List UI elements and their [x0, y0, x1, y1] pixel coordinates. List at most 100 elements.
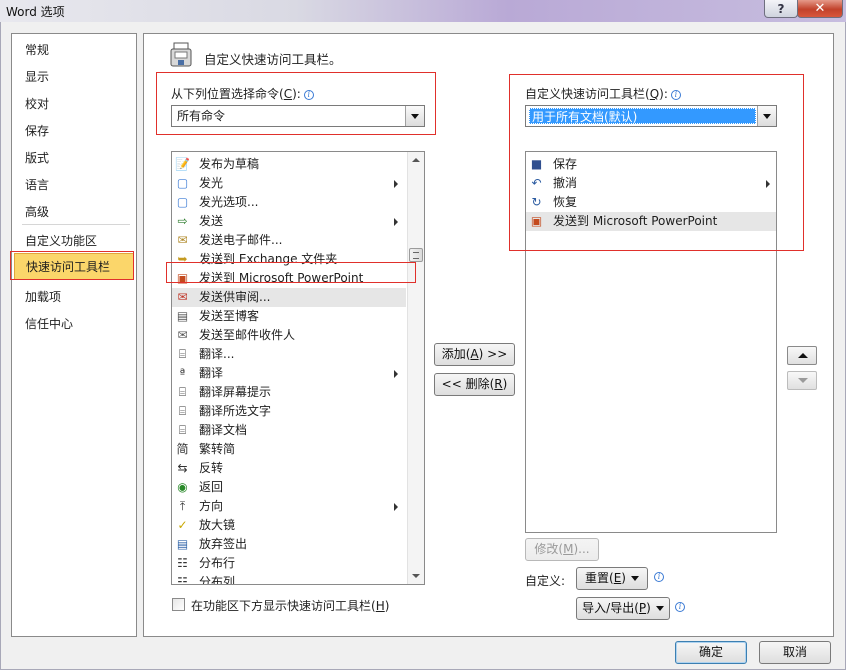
- list-item-label: 发送至博客: [199, 309, 260, 323]
- vertical-scrollbar[interactable]: [407, 152, 424, 584]
- blog-icon: ▤: [176, 309, 189, 323]
- qat-save-icon: [170, 42, 192, 67]
- cancel-button[interactable]: 取消: [759, 641, 831, 664]
- list-item[interactable]: ✉ 发送电子邮件...: [172, 231, 406, 250]
- undo-icon: ↶: [531, 176, 542, 190]
- qat-scope-value: 用于所有文档(默认): [529, 108, 756, 124]
- scroll-down-button[interactable]: [408, 568, 424, 584]
- list-item[interactable]: ▣ 发送到 Microsoft PowerPoint: [172, 269, 406, 288]
- qat-scope-dropdown[interactable]: 用于所有文档(默认): [525, 105, 777, 127]
- list-item[interactable]: ▣ 发送到 Microsoft PowerPoint: [526, 212, 776, 231]
- scroll-thumb[interactable]: [409, 248, 423, 262]
- list-item[interactable]: ✉ 发送供审阅...: [172, 288, 406, 307]
- choose-commands-dropdown[interactable]: 所有命令: [171, 105, 425, 127]
- list-item[interactable]: ▢ 发光: [172, 174, 406, 193]
- list-item[interactable]: ª 翻译: [172, 364, 406, 383]
- help-button[interactable]: ?: [764, 0, 798, 18]
- list-item-label: 繁转简: [199, 442, 236, 456]
- list-item[interactable]: ✓ 放大镜: [172, 516, 406, 535]
- glow-options-icon: ▢: [176, 195, 189, 209]
- nav-item[interactable]: 加载项: [12, 284, 136, 311]
- list-item[interactable]: ⇨ 发送: [172, 212, 406, 231]
- list-item-label: 发送: [199, 214, 224, 228]
- list-item[interactable]: ⌸ 翻译所选文字: [172, 402, 406, 421]
- list-item[interactable]: ☷ 分布列: [172, 573, 406, 585]
- list-item-label: 分布行: [199, 556, 236, 570]
- nav-item[interactable]: 信任中心: [12, 311, 136, 338]
- list-item-label: 发送至邮件收件人: [199, 328, 296, 342]
- translate-selection-icon: ⌸: [178, 404, 187, 418]
- available-commands-list[interactable]: 📝 发布为草稿 ▢ 发光 ▢ 发光选项... ⇨ 发送 ✉ 发送电子邮件... ➥ 发送到 Excha…: [171, 151, 425, 585]
- dropdown-arrow-icon[interactable]: [757, 106, 776, 126]
- glow-icon: ▢: [176, 176, 189, 190]
- submenu-arrow-icon: [394, 180, 398, 188]
- options-nav: 常规 显示 校对 保存 版式 语言 高级 自定义功能区 快速访问工具栏 加载项 信任中心: [11, 33, 137, 637]
- nav-item[interactable]: 常规: [12, 37, 136, 64]
- nav-item[interactable]: 快速访问工具栏: [14, 253, 134, 280]
- discard-checkout-icon: ▤: [176, 537, 189, 551]
- list-item[interactable]: ⇆ 反转: [172, 459, 406, 478]
- translate-a-icon: ª: [179, 366, 186, 380]
- nav-item[interactable]: 高级: [12, 199, 136, 226]
- list-item-label: 放大镜: [199, 518, 236, 532]
- remove-button[interactable]: << 删除(R): [434, 373, 515, 396]
- submenu-arrow-icon: [394, 218, 398, 226]
- list-item[interactable]: ⌸ 翻译...: [172, 345, 406, 364]
- ok-button[interactable]: 确定: [675, 641, 747, 664]
- list-item-label: 发布为草稿: [199, 157, 260, 171]
- title-bar: Word 选项 ? ✕: [0, 0, 846, 22]
- nav-item[interactable]: 自定义功能区: [12, 228, 136, 255]
- publish-draft-icon: 📝: [175, 157, 190, 171]
- customizations-label: 自定义:: [525, 574, 566, 588]
- close-button[interactable]: ✕: [797, 0, 843, 18]
- list-item[interactable]: ☷ 分布行: [172, 554, 406, 573]
- list-item-label: 翻译: [199, 366, 224, 380]
- scroll-up-button[interactable]: [408, 152, 424, 168]
- move-down-button[interactable]: [787, 371, 817, 390]
- add-button[interactable]: 添加(A) >>: [434, 343, 515, 366]
- list-item-label: 放弃签出: [199, 537, 248, 551]
- list-item[interactable]: ⌸ 翻译文档: [172, 421, 406, 440]
- show-below-ribbon-checkbox[interactable]: [172, 598, 185, 611]
- translate-doc-icon: ⌸: [178, 423, 187, 437]
- reset-button[interactable]: 重置(E): [576, 567, 648, 590]
- info-icon: i: [654, 572, 664, 582]
- list-item[interactable]: 简繁转简: [172, 440, 406, 459]
- list-item[interactable]: ◉ 返回: [172, 478, 406, 497]
- choose-commands-label: 从下列位置选择命令(C): i: [171, 85, 314, 102]
- list-item[interactable]: ↻ 恢复: [526, 193, 776, 212]
- list-item-label: 反转: [199, 461, 224, 475]
- nav-item[interactable]: 校对: [12, 91, 136, 118]
- import-export-button[interactable]: 导入/导出(P): [576, 597, 670, 620]
- qat-commands-list[interactable]: ■ 保存 ↶ 撤消 ↻ 恢复 ▣ 发送到 Microsoft PowerPoint: [525, 151, 777, 533]
- trad-to-simp-icon: 简: [176, 442, 189, 456]
- nav-item[interactable]: 版式: [12, 145, 136, 172]
- list-item[interactable]: ▢ 发光选项...: [172, 193, 406, 212]
- modify-button[interactable]: 修改(M)...: [525, 538, 599, 561]
- list-item-label: 分布列: [199, 575, 236, 585]
- list-item-label: 翻译...: [199, 347, 235, 361]
- list-item-label: 发送到 Exchange 文件夹: [199, 252, 338, 266]
- chevron-down-icon: [630, 576, 639, 581]
- translate-tip-icon: ⌸: [178, 385, 187, 399]
- nav-item[interactable]: 语言: [12, 172, 136, 199]
- list-item[interactable]: ↶ 撤消: [526, 174, 776, 193]
- list-item[interactable]: ⤒ 方向: [172, 497, 406, 516]
- list-item[interactable]: ⌸ 翻译屏幕提示: [172, 383, 406, 402]
- list-item[interactable]: ■ 保存: [526, 155, 776, 174]
- list-item[interactable]: ✉ 发送至邮件收件人: [172, 326, 406, 345]
- distribute-rows-icon: ☷: [177, 556, 188, 570]
- list-item[interactable]: ▤ 放弃签出: [172, 535, 406, 554]
- dropdown-arrow-icon[interactable]: [405, 106, 424, 126]
- list-item[interactable]: 📝 发布为草稿: [172, 155, 406, 174]
- list-item[interactable]: ▤ 发送至博客: [172, 307, 406, 326]
- direction-icon: ⤒: [179, 499, 186, 513]
- nav-item[interactable]: 显示: [12, 64, 136, 91]
- reverse-icon: ⇆: [177, 461, 188, 475]
- list-item-label: 翻译屏幕提示: [199, 385, 272, 399]
- list-item[interactable]: ➥ 发送到 Exchange 文件夹: [172, 250, 406, 269]
- list-item-label: 保存: [553, 157, 578, 171]
- list-item-label: 返回: [199, 480, 224, 494]
- move-up-button[interactable]: [787, 346, 817, 365]
- nav-item[interactable]: 保存: [12, 118, 136, 145]
